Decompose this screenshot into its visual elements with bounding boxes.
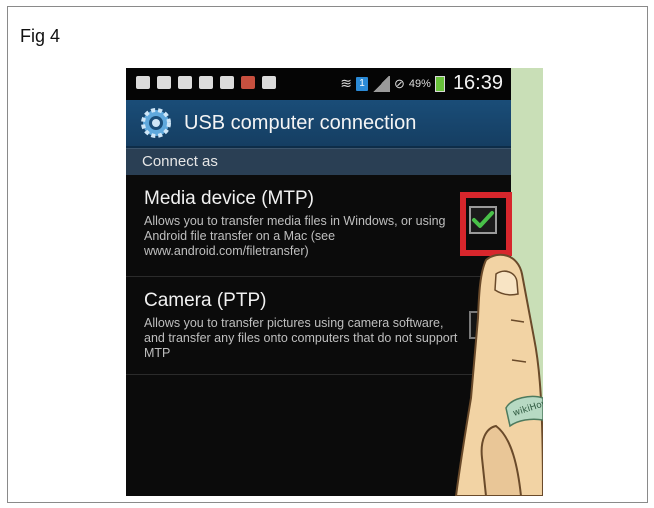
pointing-finger-icon: wikiHow	[454, 253, 543, 496]
phone-screen: ≋ 1 ⊘ 49% 16:39 USB computer connection …	[126, 68, 543, 496]
figure-label: Fig 4	[20, 26, 61, 46]
